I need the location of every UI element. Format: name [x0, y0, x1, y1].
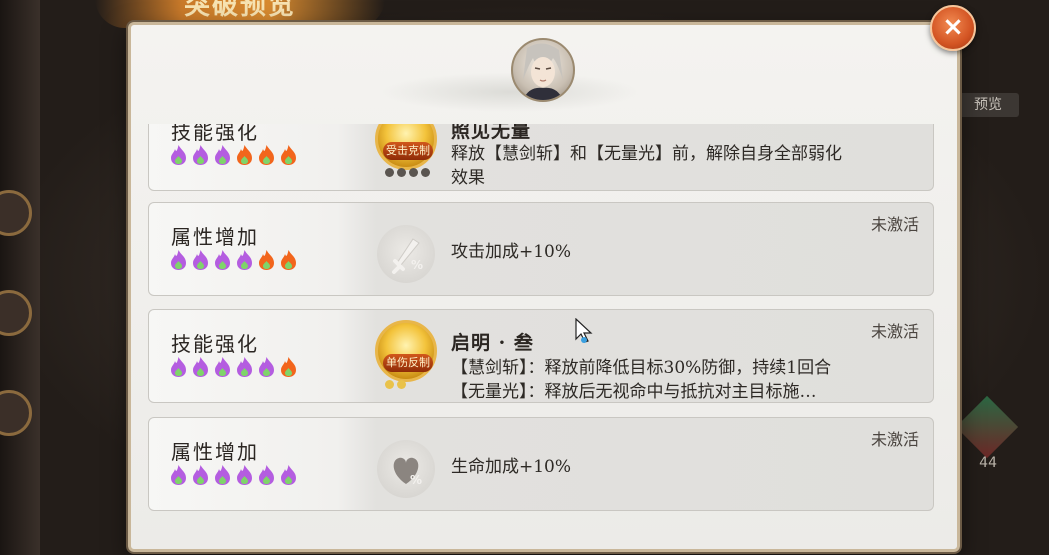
- flame-icon: [281, 465, 296, 485]
- row-category: 属性增加: [171, 225, 259, 249]
- status-label: 未激活: [870, 215, 919, 234]
- stat-desc: 生命加成+10%: [451, 457, 572, 477]
- flame-icon: [237, 357, 252, 377]
- star-flames: [169, 464, 298, 486]
- preview-list[interactable]: 技能强化 受击克制 照见无量 释放【慧剑斩】和【无量光】前，解除自身全部弱化 效…: [148, 124, 934, 516]
- level-dot: [409, 168, 418, 177]
- count-label: 44: [979, 455, 997, 471]
- flame-icon: [193, 357, 208, 377]
- flame-icon: [215, 465, 230, 485]
- flame-icon: [171, 250, 186, 270]
- close-icon: ×: [942, 12, 964, 42]
- status-label: 未激活: [870, 322, 919, 341]
- flame-icon: [281, 145, 296, 165]
- svg-text:%: %: [410, 473, 422, 487]
- close-button[interactable]: ×: [930, 5, 976, 51]
- level-dot: [397, 380, 406, 389]
- row-category: 技能强化: [171, 332, 259, 356]
- level-dot: [421, 168, 430, 177]
- skill-icon: [375, 320, 437, 382]
- skill-level-dots: [385, 168, 430, 177]
- flame-icon: [215, 145, 230, 165]
- status-label: 未激活: [870, 430, 919, 449]
- skill-title: 启明 · 叁: [451, 332, 534, 354]
- stat-desc: 攻击加成+10%: [451, 242, 572, 262]
- skill-tag: 单伤反制: [383, 354, 433, 372]
- flame-icon: [281, 250, 296, 270]
- cloud-decoration: [380, 72, 640, 112]
- skill-desc: 释放【慧剑斩】和【无量光】前，解除自身全部弱化: [451, 144, 842, 164]
- flame-icon: [171, 145, 186, 165]
- flame-icon: [259, 357, 274, 377]
- star-flames: [169, 249, 298, 271]
- flame-icon: [237, 145, 252, 165]
- skill-desc: 效果: [451, 168, 485, 188]
- flame-icon: [259, 250, 274, 270]
- row-category: 属性增加: [171, 440, 259, 464]
- star-flames: [169, 356, 298, 378]
- skill-level-dots: [385, 380, 406, 389]
- skill-title: 照见无量: [451, 124, 532, 142]
- character-avatar: [511, 38, 575, 102]
- list-item: 未激活 属性增加 % 生命加成+10%: [148, 417, 934, 511]
- flame-icon: [193, 465, 208, 485]
- flame-icon: [193, 250, 208, 270]
- skill-desc: 【慧剑斩】：释放前降低目标30%防御，持续1回合: [451, 358, 832, 378]
- heart-hp-icon: %: [377, 440, 435, 498]
- skill-tag: 受击克制: [383, 142, 433, 160]
- list-item: 未激活 技能强化 单伤反制 启明 · 叁 【慧剑斩】：释放前降低目标30%防御，…: [148, 309, 934, 403]
- mouse-cursor-icon: [575, 318, 593, 343]
- list-item: 未激活 属性增加 % 攻击加成+10%: [148, 202, 934, 296]
- flame-icon: [193, 145, 208, 165]
- list-item: 技能强化 受击克制 照见无量 释放【慧剑斩】和【无量光】前，解除自身全部弱化 效…: [148, 124, 934, 191]
- flame-icon: [237, 465, 252, 485]
- level-dot: [385, 380, 394, 389]
- flame-icon: [215, 357, 230, 377]
- flame-icon: [171, 357, 186, 377]
- preview-chip: 预览: [957, 93, 1019, 117]
- attack-sword-icon: %: [377, 225, 435, 283]
- flame-icon: [281, 357, 296, 377]
- star-flames: [169, 144, 298, 166]
- flame-icon: [171, 465, 186, 485]
- level-dot: [397, 168, 406, 177]
- level-dot: [385, 168, 394, 177]
- skill-desc: 【无量光】：释放后无视命中与抵抗对主目标施…: [451, 382, 817, 402]
- flame-icon: [237, 250, 252, 270]
- left-hero-strip: [0, 0, 40, 555]
- row-category: 技能强化: [171, 124, 259, 144]
- flame-icon: [259, 465, 274, 485]
- svg-text:%: %: [411, 258, 423, 272]
- flame-icon: [259, 145, 274, 165]
- flame-icon: [215, 250, 230, 270]
